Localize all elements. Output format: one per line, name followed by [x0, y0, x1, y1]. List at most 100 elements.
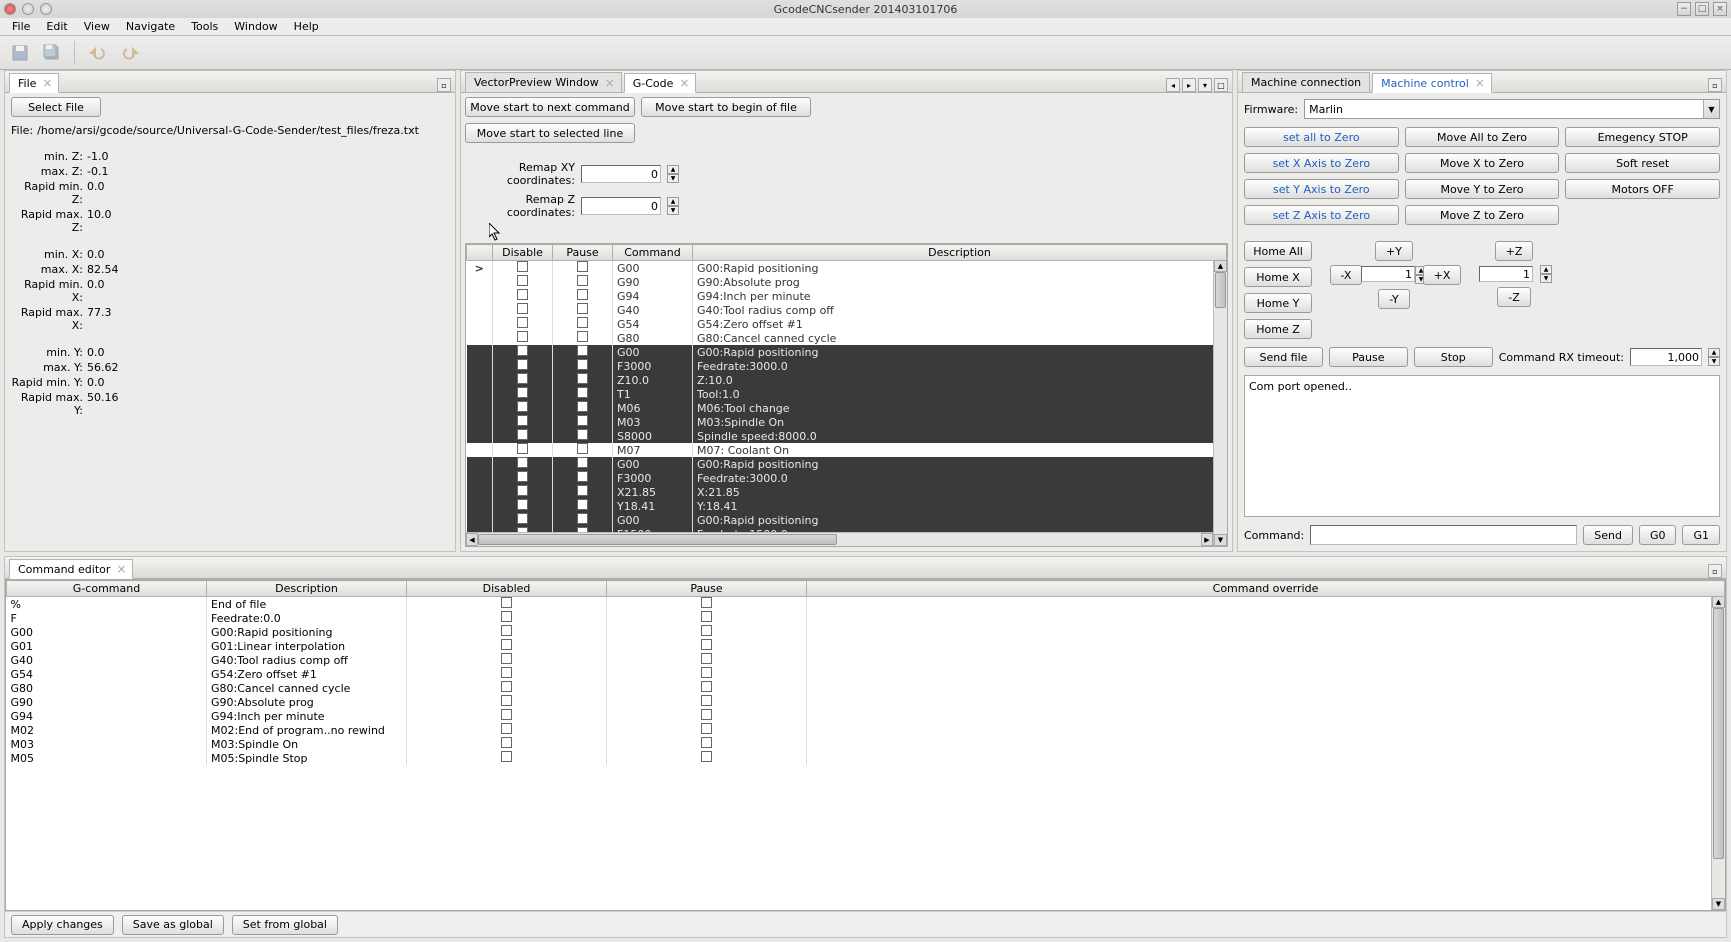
- pause-checkbox[interactable]: [701, 639, 712, 650]
- menu-help[interactable]: Help: [286, 18, 327, 35]
- tab-file[interactable]: File ×: [9, 73, 59, 93]
- override-cell[interactable]: [807, 667, 1725, 681]
- set-y-zero-button[interactable]: set Y Axis to Zero: [1244, 179, 1399, 199]
- window-min-button[interactable]: −: [1677, 2, 1691, 16]
- gcode-subtab[interactable]: G-Code: [466, 243, 521, 244]
- disable-checkbox[interactable]: [517, 513, 528, 524]
- table-row[interactable]: M03 M03:Spindle On: [467, 415, 1227, 429]
- spin-up-icon[interactable]: ▲: [1540, 265, 1552, 274]
- home-y-button[interactable]: Home Y: [1244, 293, 1312, 313]
- table-row[interactable]: F3000 Feedrate:3000.0: [467, 359, 1227, 373]
- table-row[interactable]: Z10.0 Z:10.0: [467, 373, 1227, 387]
- scroll-left-icon[interactable]: ◀: [466, 533, 478, 546]
- close-icon[interactable]: ×: [605, 79, 613, 87]
- move-y-zero-button[interactable]: Move Y to Zero: [1405, 179, 1560, 199]
- column-header[interactable]: Description: [693, 245, 1227, 261]
- soft-reset-button[interactable]: Soft reset: [1565, 153, 1720, 173]
- remap-z-input[interactable]: [581, 197, 661, 215]
- disabled-checkbox[interactable]: [501, 625, 512, 636]
- table-row[interactable]: G54 G54:Zero offset #1: [7, 667, 1725, 681]
- disabled-checkbox[interactable]: [501, 737, 512, 748]
- table-row[interactable]: G00 G00:Rapid positioning: [7, 625, 1725, 639]
- scroll-up-icon[interactable]: ▲: [1712, 596, 1725, 608]
- tab-scroll-right-icon[interactable]: ▸: [1182, 78, 1196, 92]
- disabled-checkbox[interactable]: [501, 667, 512, 678]
- vertical-scrollbar[interactable]: ▲ ▼: [1213, 260, 1227, 546]
- table-row[interactable]: G94 G94:Inch per minute: [467, 289, 1227, 303]
- move-x-zero-button[interactable]: Move X to Zero: [1405, 153, 1560, 173]
- table-row[interactable]: > G00 G00:Rapid positioning: [467, 261, 1227, 276]
- panel-minimize-icon[interactable]: ▫: [1708, 564, 1722, 578]
- jog-z-minus-button[interactable]: -Z: [1497, 287, 1531, 307]
- pause-checkbox[interactable]: [701, 653, 712, 664]
- table-row[interactable]: G80 G80:Cancel canned cycle: [7, 681, 1725, 695]
- table-row[interactable]: G01 G01:Linear interpolation: [7, 639, 1725, 653]
- pause-checkbox[interactable]: [577, 289, 588, 300]
- menu-edit[interactable]: Edit: [38, 18, 75, 35]
- window-max-button[interactable]: □: [1695, 2, 1709, 16]
- pause-checkbox[interactable]: [577, 429, 588, 440]
- emergency-stop-button[interactable]: Emegency STOP: [1565, 127, 1720, 147]
- pause-checkbox[interactable]: [577, 261, 588, 272]
- pause-checkbox[interactable]: [701, 737, 712, 748]
- home-z-button[interactable]: Home Z: [1244, 319, 1312, 339]
- close-icon[interactable]: ×: [679, 79, 687, 87]
- close-icon[interactable]: ×: [116, 565, 124, 573]
- table-row[interactable]: F3000 Feedrate:3000.0: [467, 471, 1227, 485]
- override-cell[interactable]: [807, 695, 1725, 709]
- g1-button[interactable]: G1: [1682, 525, 1720, 545]
- pause-checkbox[interactable]: [577, 373, 588, 384]
- move-selected-button[interactable]: Move start to selected line: [465, 123, 635, 143]
- disable-checkbox[interactable]: [517, 457, 528, 468]
- spin-down-icon[interactable]: ▼: [1540, 274, 1552, 283]
- table-row[interactable]: X21.85 X:21.85: [467, 485, 1227, 499]
- window-minimize-icon[interactable]: [22, 3, 34, 15]
- pause-checkbox[interactable]: [701, 709, 712, 720]
- table-row[interactable]: % End of file: [7, 597, 1725, 612]
- table-row[interactable]: M07 M07: Coolant On: [467, 443, 1227, 457]
- select-file-button[interactable]: Select File: [11, 97, 101, 117]
- spin-up-icon[interactable]: ▲: [1708, 348, 1720, 357]
- table-row[interactable]: M02 M02:End of program..no rewind: [7, 723, 1725, 737]
- jog-y-minus-button[interactable]: -Y: [1378, 289, 1409, 309]
- override-cell[interactable]: [807, 625, 1725, 639]
- disabled-checkbox[interactable]: [501, 639, 512, 650]
- redo-icon[interactable]: [116, 39, 144, 67]
- set-z-zero-button[interactable]: set Z Axis to Zero: [1244, 205, 1399, 225]
- table-row[interactable]: M03 M03:Spindle On: [7, 737, 1725, 751]
- horizontal-scrollbar[interactable]: ◀ ▶: [466, 532, 1213, 546]
- tab-list-icon[interactable]: ▾: [1198, 78, 1212, 92]
- column-header[interactable]: [467, 245, 493, 261]
- firmware-combo[interactable]: Marlin ▼: [1304, 99, 1720, 119]
- table-row[interactable]: Y18.41 Y:18.41: [467, 499, 1227, 513]
- set-global-button[interactable]: Set from global: [232, 915, 338, 935]
- window-shade-icon[interactable]: [40, 3, 52, 15]
- override-cell[interactable]: [807, 681, 1725, 695]
- move-all-zero-button[interactable]: Move All to Zero: [1405, 127, 1560, 147]
- undo-icon[interactable]: [84, 39, 112, 67]
- panel-minimize-icon[interactable]: ▫: [1708, 78, 1722, 92]
- disable-checkbox[interactable]: [517, 471, 528, 482]
- disabled-checkbox[interactable]: [501, 653, 512, 664]
- pause-checkbox[interactable]: [577, 513, 588, 524]
- pause-checkbox[interactable]: [701, 723, 712, 734]
- spin-down-icon[interactable]: ▼: [667, 174, 679, 183]
- override-cell[interactable]: [807, 723, 1725, 737]
- table-row[interactable]: M06 M06:Tool change: [467, 401, 1227, 415]
- override-cell[interactable]: [807, 611, 1725, 625]
- column-header[interactable]: Pause: [607, 581, 807, 597]
- disable-checkbox[interactable]: [517, 261, 528, 272]
- remap-xy-input[interactable]: [581, 165, 661, 183]
- jog-x-minus-button[interactable]: -X: [1330, 265, 1363, 285]
- disable-checkbox[interactable]: [517, 275, 528, 286]
- disabled-checkbox[interactable]: [501, 597, 512, 608]
- g0-button[interactable]: G0: [1639, 525, 1677, 545]
- disabled-checkbox[interactable]: [501, 709, 512, 720]
- pause-checkbox[interactable]: [577, 443, 588, 454]
- table-row[interactable]: G54 G54:Zero offset #1: [467, 317, 1227, 331]
- disable-checkbox[interactable]: [517, 345, 528, 356]
- set-x-zero-button[interactable]: set X Axis to Zero: [1244, 153, 1399, 173]
- pause-checkbox[interactable]: [701, 611, 712, 622]
- pause-checkbox[interactable]: [701, 625, 712, 636]
- window-close-button[interactable]: ×: [1713, 2, 1727, 16]
